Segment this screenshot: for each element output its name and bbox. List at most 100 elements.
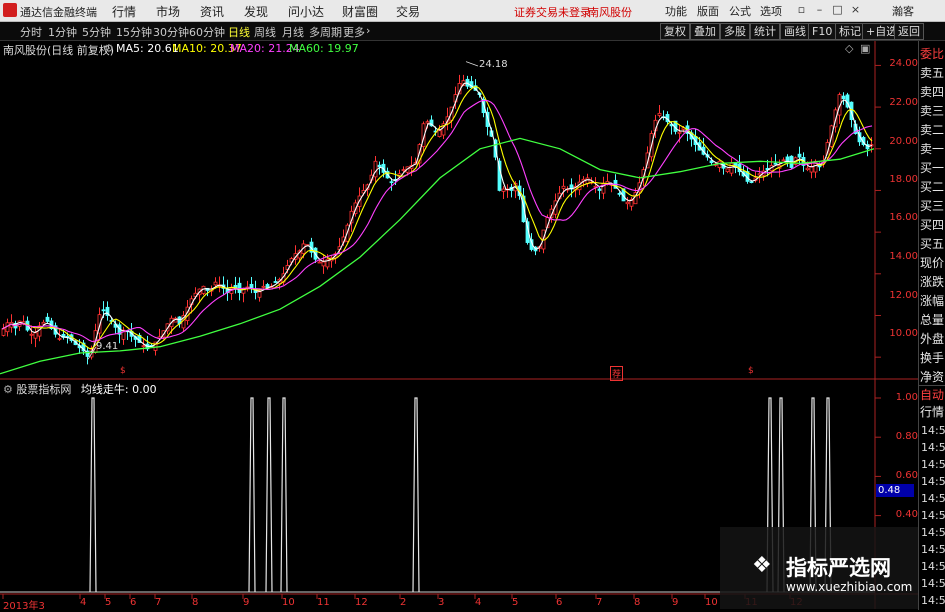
x-tick: 11 (317, 597, 330, 608)
quote-label[interactable]: 行情 (920, 403, 945, 421)
candle-body (785, 156, 790, 161)
indicator-tick: 1.00 (895, 392, 918, 403)
x-tick: 9 (672, 597, 679, 608)
side-label: 涨幅 (920, 294, 945, 308)
indicator-tick: 0.60 (895, 470, 918, 481)
candle-body (749, 181, 754, 183)
tick-time: 14:5 (921, 424, 945, 437)
x-tick: 4 (80, 597, 87, 608)
side-label: 现价 (920, 256, 945, 270)
tick-time: 14:5 (921, 492, 945, 505)
x-tick: 6 (130, 597, 137, 608)
x-tick: 7 (155, 597, 162, 608)
side-label: 换手 (920, 351, 945, 365)
signal-spike (280, 397, 288, 593)
candle-body (677, 131, 682, 134)
recommend-marker[interactable]: 荐 (610, 366, 624, 381)
x-tick: 8 (634, 597, 641, 608)
side-label: 买三 (920, 199, 945, 213)
candle-body (373, 160, 378, 178)
candle-body (725, 168, 730, 172)
ma5-line (1, 82, 873, 354)
x-tick: 3 (438, 597, 445, 608)
tick-time: 14:5 (921, 594, 945, 607)
side-label: 买一 (920, 161, 945, 175)
tick-time: 14:5 (921, 526, 945, 539)
x-tick: 2013年3 (3, 601, 45, 612)
side-label: 总量 (920, 313, 945, 327)
candle-body (809, 166, 814, 173)
indicator-tick: 0.40 (895, 509, 918, 520)
watermark-name: 指标严选网 (786, 556, 891, 580)
price-tick: 24.00 (889, 58, 918, 69)
x-tick: 10 (705, 597, 718, 608)
candle-body (841, 95, 846, 100)
indicator-gear-icon[interactable]: ⚙ (3, 383, 13, 396)
side-label: 涨跌 (920, 275, 945, 289)
price-tick: 20.00 (889, 136, 918, 147)
candle-body (45, 316, 50, 322)
indicator-line-value: 均线走牛: 0.00 (80, 383, 157, 396)
dollar-marker[interactable]: $ (120, 366, 126, 376)
x-tick: 4 (475, 597, 482, 608)
candle-body (425, 121, 430, 124)
indicator-current-value: 0.48 (876, 484, 914, 497)
x-tick: 12 (355, 597, 368, 608)
candle-body (377, 164, 382, 168)
candle-body (1, 328, 6, 336)
tick-time: 14:5 (921, 543, 945, 556)
low-price-label: 9.41 (96, 341, 119, 352)
candle-body (101, 309, 106, 312)
candle-body (57, 338, 62, 340)
side-label: 买二 (920, 180, 945, 194)
high-leader-line (465, 61, 479, 67)
candle-body (261, 285, 266, 288)
x-tick: 5 (512, 597, 519, 608)
candle-body (29, 333, 34, 336)
candle-body (437, 130, 442, 137)
auto-label[interactable]: 自动 (920, 386, 945, 404)
side-label: 卖四 (920, 85, 945, 99)
side-label: 委比 (920, 47, 945, 61)
signal-spike (265, 397, 273, 593)
candle-body (757, 173, 762, 176)
side-label: 卖五 (920, 66, 945, 80)
tick-time: 14:5 (921, 441, 945, 454)
candle-body (625, 201, 630, 205)
price-chart[interactable] (0, 0, 945, 609)
x-tick: 9 (243, 597, 250, 608)
side-label: 卖二 (920, 123, 945, 137)
candle-body (597, 188, 602, 191)
watermark-url: www.xuezhibiao.com (786, 580, 913, 594)
candle-body (317, 261, 322, 264)
price-tick: 18.00 (889, 174, 918, 185)
x-tick: 10 (282, 597, 295, 608)
side-label: 卖一 (920, 142, 945, 156)
dollar-marker[interactable]: $ (748, 366, 754, 376)
high-price-label: 24.18 (479, 59, 508, 70)
indicator-header: ⚙ 股票指标网 均线走牛: 0.00 (3, 381, 157, 397)
ma10-line (1, 85, 873, 350)
x-tick: 6 (556, 597, 563, 608)
candle-body (213, 281, 218, 286)
tick-time: 14:5 (921, 475, 945, 488)
indicator-name[interactable]: 股票指标网 (16, 383, 71, 396)
x-tick: 2 (400, 597, 407, 608)
candle-body (401, 169, 406, 172)
price-tick: 10.00 (889, 328, 918, 339)
ma20-line (1, 99, 873, 343)
candle-body (501, 188, 506, 192)
tick-time: 14:5 (921, 577, 945, 590)
tick-time: 14:5 (921, 509, 945, 522)
side-label: 买五 (920, 237, 945, 251)
candle-body (33, 332, 38, 339)
price-tick: 12.00 (889, 290, 918, 301)
candle-body (773, 162, 778, 165)
side-label: 卖三 (920, 104, 945, 118)
tick-time: 14:5 (921, 458, 945, 471)
side-label: 外盘 (920, 332, 945, 346)
candle-body (273, 281, 278, 283)
x-tick: 8 (192, 597, 199, 608)
candle-body (781, 159, 786, 162)
price-tick: 14.00 (889, 251, 918, 262)
